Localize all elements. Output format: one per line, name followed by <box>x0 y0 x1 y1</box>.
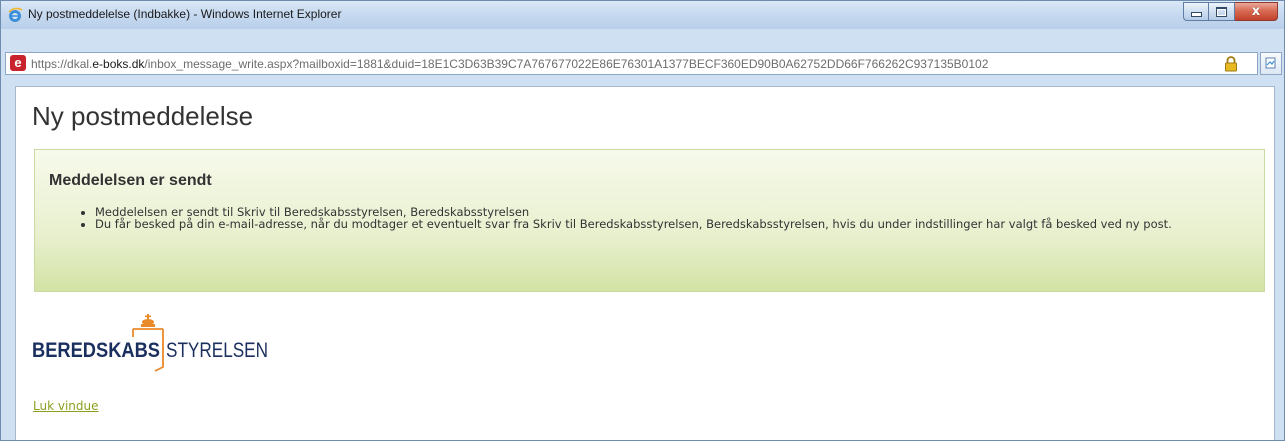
e-boks-site-icon: e <box>10 55 26 71</box>
beredskabsstyrelsen-logo: BEREDSKABS STYRELSEN <box>32 314 268 372</box>
minimize-button[interactable] <box>1183 2 1209 21</box>
window-title: Ny postmeddelelse (Indbakke) - Windows I… <box>28 7 342 21</box>
success-message-box: Meddelelsen er sendt Meddelelsen er send… <box>34 149 1265 292</box>
padlock-icon[interactable] <box>1224 56 1238 72</box>
minimize-icon <box>1190 12 1202 17</box>
close-window-link[interactable]: Luk vindue <box>33 399 99 413</box>
logo-right-word: STYRELSEN <box>166 339 268 362</box>
window-controls: x <box>1183 2 1278 21</box>
page-content: Ny postmeddelelse Meddelelsen er sendt M… <box>15 86 1275 440</box>
url-path: /inbox_message_write.aspx?mailboxid=1881… <box>144 57 989 71</box>
logo-left-word: BEREDSKABS <box>32 339 160 362</box>
address-bar[interactable]: e https://dkal.e-boks.dk/inbox_message_w… <box>5 52 1258 75</box>
address-url[interactable]: https://dkal.e-boks.dk/inbox_message_wri… <box>31 57 988 71</box>
compatibility-view-icon <box>1265 57 1276 69</box>
title-bar[interactable]: Ny postmeddelelse (Indbakke) - Windows I… <box>1 1 1284 29</box>
maximize-icon <box>1216 6 1227 17</box>
crown-icon <box>141 314 155 327</box>
success-heading: Meddelelsen er sendt <box>49 172 212 189</box>
compatibility-view-button[interactable] <box>1260 52 1282 75</box>
success-details-list: Meddelelsen er sendt til Skriv til Bered… <box>35 206 1255 230</box>
internet-explorer-icon <box>8 7 23 22</box>
browser-window: Ny postmeddelelse (Indbakke) - Windows I… <box>0 0 1285 441</box>
close-icon: x <box>1251 4 1261 19</box>
url-scheme: https://dkal. <box>31 57 93 71</box>
maximize-button[interactable] <box>1209 2 1235 21</box>
url-host: e-boks.dk <box>92 57 145 71</box>
page-title: Ny postmeddelelse <box>32 101 254 131</box>
close-window-button[interactable]: x <box>1235 2 1278 21</box>
list-item: Du får besked på din e-mail-adresse, når… <box>95 218 1255 230</box>
